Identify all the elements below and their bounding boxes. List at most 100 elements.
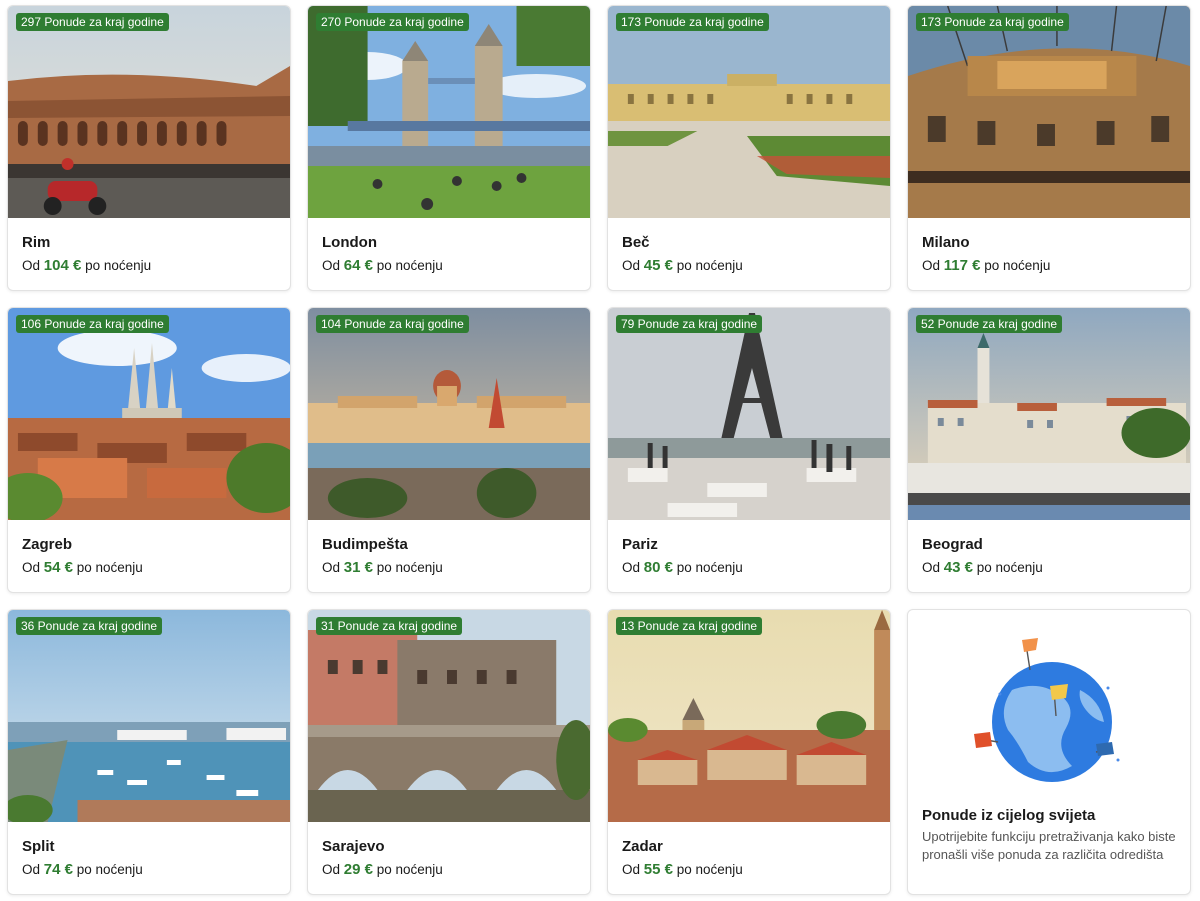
price-line: Od 80 € po noćenju [622, 559, 880, 577]
destination-card-split[interactable]: 36 Ponude za kraj godine Split Od 74 € p… [7, 609, 291, 895]
card-info: Milano Od 117 € po noćenju [922, 233, 1180, 275]
world-offers-card[interactable]: Ponude iz cijelog svijeta Upotrijebite f… [907, 609, 1191, 895]
offers-badge: 173 Ponude za kraj godine [916, 13, 1069, 31]
price-suffix: po noćenju [984, 258, 1051, 273]
city-name: London [322, 234, 377, 251]
offers-badge: 173 Ponude za kraj godine [616, 13, 769, 31]
price-value: 80 € [643, 559, 673, 576]
galleria-photo [908, 6, 1190, 218]
card-info: London Od 64 € po noćenju [322, 233, 580, 275]
price-line: Od 45 € po noćenju [622, 257, 880, 275]
price-prefix: Od [22, 258, 41, 273]
destination-card-budimpesta[interactable]: 104 Ponude za kraj godine Budimpešta Od … [307, 307, 591, 593]
price-value: 74 € [43, 861, 73, 878]
price-line: Od 55 € po noćenju [622, 861, 880, 879]
parliament-photo [308, 308, 590, 520]
tower-bridge-photo [308, 6, 590, 218]
price-value: 31 € [343, 559, 373, 576]
price-prefix: Od [922, 258, 941, 273]
city-name: Split [22, 838, 55, 855]
card-info: Split Od 74 € po noćenju [22, 837, 280, 879]
offers-badge: 104 Ponude za kraj godine [316, 315, 469, 333]
card-info: Pariz Od 80 € po noćenju [622, 535, 880, 577]
price-value: 104 € [43, 257, 82, 274]
price-suffix: po noćenju [976, 560, 1043, 575]
eiffel-tower-photo [608, 308, 890, 520]
city-name: Rim [22, 234, 51, 251]
price-value: 64 € [343, 257, 373, 274]
harbor-photo [8, 610, 290, 822]
riverside-city-photo [908, 308, 1190, 520]
destination-card-pariz[interactable]: 79 Ponude za kraj godine Pariz Od 80 € p… [607, 307, 891, 593]
price-value: 45 € [643, 257, 673, 274]
offers-badge: 13 Ponude za kraj godine [616, 617, 763, 635]
price-line: Od 54 € po noćenju [22, 559, 280, 577]
price-value: 55 € [643, 861, 673, 878]
card-info: Rim Od 104 € po noćenju [22, 233, 280, 275]
price-prefix: Od [322, 862, 341, 877]
price-suffix: po noćenju [376, 862, 443, 877]
world-offers-title: Ponude iz cijelog svijeta [922, 807, 1096, 824]
card-info: Beč Od 45 € po noćenju [622, 233, 880, 275]
world-offers-description: Upotrijebite funkciju pretraživanja kako… [922, 829, 1176, 862]
price-prefix: Od [622, 258, 641, 273]
destination-card-rim[interactable]: 297 Ponude za kraj godine Rim Od 104 € p… [7, 5, 291, 291]
destination-card-beograd[interactable]: 52 Ponude za kraj godine Beograd Od 43 €… [907, 307, 1191, 593]
offers-badge: 52 Ponude za kraj godine [916, 315, 1063, 333]
destination-card-sarajevo[interactable]: 31 Ponude za kraj godine Sarajevo Od 29 … [307, 609, 591, 895]
card-info: Sarajevo Od 29 € po noćenju [322, 837, 580, 879]
price-suffix: po noćenju [85, 258, 152, 273]
city-name: Zadar [622, 838, 663, 855]
offers-badge: 270 Ponude za kraj godine [316, 13, 469, 31]
price-line: Od 31 € po noćenju [322, 559, 580, 577]
destination-card-milano[interactable]: 173 Ponude za kraj godine Milano Od 117 … [907, 5, 1191, 291]
price-prefix: Od [22, 560, 41, 575]
price-line: Od 117 € po noćenju [922, 257, 1180, 275]
price-suffix: po noćenju [76, 560, 143, 575]
price-prefix: Od [322, 560, 341, 575]
offers-badge: 79 Ponude za kraj godine [616, 315, 763, 333]
offers-badge: 36 Ponude za kraj godine [16, 617, 163, 635]
price-value: 43 € [943, 559, 973, 576]
card-info: Ponude iz cijelog svijeta Upotrijebite f… [922, 806, 1180, 864]
city-name: Beč [622, 234, 650, 251]
price-suffix: po noćenju [76, 862, 143, 877]
offers-badge: 297 Ponude za kraj godine [16, 13, 169, 31]
destination-card-london[interactable]: 270 Ponude za kraj godine London Od 64 €… [307, 5, 591, 291]
city-name: Beograd [922, 536, 983, 553]
city-name: Pariz [622, 536, 658, 553]
card-info: Beograd Od 43 € po noćenju [922, 535, 1180, 577]
price-prefix: Od [322, 258, 341, 273]
stone-bridge-photo [308, 610, 590, 822]
price-line: Od 74 € po noćenju [22, 861, 280, 879]
destination-card-bec[interactable]: 173 Ponude za kraj godine Beč Od 45 € po… [607, 5, 891, 291]
city-name: Budimpešta [322, 536, 408, 553]
price-suffix: po noćenju [676, 560, 743, 575]
card-info: Zadar Od 55 € po noćenju [622, 837, 880, 879]
price-line: Od 104 € po noćenju [22, 257, 280, 275]
price-prefix: Od [22, 862, 41, 877]
city-name: Sarajevo [322, 838, 385, 855]
schonbrunn-palace-photo [608, 6, 890, 218]
destination-card-zagreb[interactable]: 106 Ponude za kraj godine Zagreb Od 54 €… [7, 307, 291, 593]
destination-card-zadar[interactable]: 13 Ponude za kraj godine Zadar Od 55 € p… [607, 609, 891, 895]
price-suffix: po noćenju [676, 258, 743, 273]
globe-icon [968, 630, 1132, 790]
price-suffix: po noćenju [376, 258, 443, 273]
price-value: 117 € [943, 257, 981, 274]
destinations-grid: 297 Ponude za kraj godine Rim Od 104 € p… [0, 0, 1200, 901]
old-town-rooftops-photo [608, 610, 890, 822]
price-prefix: Od [922, 560, 941, 575]
cathedral-photo [8, 308, 290, 520]
price-line: Od 29 € po noćenju [322, 861, 580, 879]
price-line: Od 64 € po noćenju [322, 257, 580, 275]
price-prefix: Od [622, 560, 641, 575]
city-name: Milano [922, 234, 970, 251]
price-value: 29 € [343, 861, 373, 878]
price-value: 54 € [43, 559, 73, 576]
price-prefix: Od [622, 862, 641, 877]
price-line: Od 43 € po noćenju [922, 559, 1180, 577]
offers-badge: 31 Ponude za kraj godine [316, 617, 463, 635]
price-suffix: po noćenju [676, 862, 743, 877]
colosseum-photo [8, 6, 290, 218]
